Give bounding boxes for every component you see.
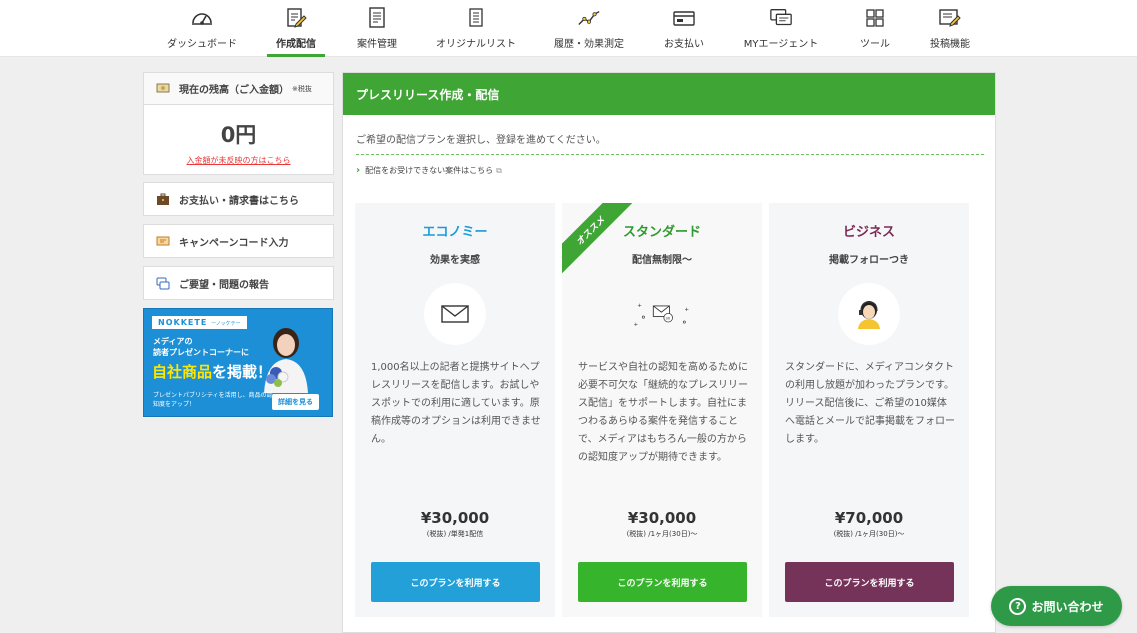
support-agent-icon	[838, 283, 900, 345]
svg-text:+: +	[633, 322, 638, 328]
contact-label: お問い合わせ	[1031, 599, 1104, 614]
line-chart-icon	[577, 6, 601, 30]
feedback-report-button[interactable]: ご要望・問題の報告	[143, 266, 334, 300]
nav-my-agent[interactable]: MYエージェント	[743, 0, 819, 57]
plan-subtitle: 配信無制限〜	[632, 255, 692, 266]
sidebar: 現在の残高（ご入金額） ※税抜 0円 入金額が未反映の方はこちら お支払い・請求…	[143, 72, 334, 417]
briefcase-icon	[156, 192, 170, 206]
banner-headline-highlight: 自社商品	[152, 363, 213, 381]
nav-label: 作成配信	[276, 39, 316, 50]
nav-label: 案件管理	[357, 39, 397, 50]
balance-header: 現在の残高（ご入金額） ※税抜	[144, 73, 333, 105]
nav-label: オリジナルリスト	[436, 39, 516, 50]
nav-label: MYエージェント	[743, 39, 819, 50]
plan-card-economy: エコノミー 効果を実感 1,000名以上の記者と提携サイトへプレスリリースを配信…	[355, 203, 555, 617]
svg-text:30: 30	[665, 317, 670, 321]
plan-price: ¥30,000	[627, 509, 697, 527]
svg-text:+: +	[684, 307, 689, 313]
top-navigation: ダッシュボード 作成配信 案件管理 オリジナルリスト 履歴・効果測定 お支払い	[0, 0, 1137, 57]
nav-label: お支払い	[664, 39, 704, 50]
nav-post-feature[interactable]: 投稿機能	[929, 0, 971, 57]
gauge-icon	[190, 6, 214, 30]
chat-bubbles-icon	[769, 6, 793, 30]
divider	[356, 154, 984, 155]
payment-card-icon	[672, 6, 696, 30]
nav-label: ダッシュボード	[167, 39, 237, 50]
unacceptable-cases-link[interactable]: › 配信をお受けできない案件はこちら ⧉	[356, 165, 502, 176]
plan-name: エコノミー	[422, 225, 488, 240]
plan-name: スタンダード	[622, 225, 701, 240]
plan-price: ¥70,000	[834, 509, 904, 527]
plan-card-standard: オススメ スタンダード 配信無制限〜 + + +30 サービスや自社の認知を高めるた…	[562, 203, 762, 617]
plan-subtitle: 効果を実感	[430, 255, 480, 266]
svg-text:+: +	[637, 303, 642, 309]
banner-brand-sub: ーノッケテー	[211, 321, 241, 327]
campaign-code-label: キャンペーンコード入力	[179, 237, 289, 249]
banner-line-1: メディアの	[153, 337, 193, 346]
banner-details-button[interactable]: 詳細を見る	[272, 394, 319, 410]
select-business-plan-button[interactable]: このプランを利用する	[785, 562, 954, 602]
plan-card-business: ビジネス 掲載フォローつき スタンダードに、メディアコンタクトの利用し放題が加わ…	[769, 203, 969, 617]
banner-line-2: 読者プレゼントコーナーに	[153, 348, 249, 357]
nav-label: 投稿機能	[930, 39, 970, 50]
post-edit-icon	[938, 6, 962, 30]
unacceptable-cases-label: 配信をお受けできない案件はこちら	[365, 166, 494, 175]
nav-create-distribute[interactable]: 作成配信	[267, 0, 325, 57]
nav-payment[interactable]: お支払い	[664, 0, 704, 57]
chevron-right-icon: ›	[356, 165, 361, 176]
select-standard-plan-button[interactable]: このプランを利用する	[578, 562, 747, 602]
speech-bubble-icon	[156, 276, 170, 290]
external-link-icon: ⧉	[496, 165, 502, 175]
money-icon	[156, 82, 170, 96]
panel-title: プレスリリース作成・配信	[343, 73, 995, 115]
edit-document-icon	[284, 6, 308, 30]
banner-brand-name: NOKKETE	[158, 318, 208, 327]
plan-name: ビジネス	[842, 225, 895, 240]
document-list-icon	[365, 6, 389, 30]
list-icon	[464, 6, 488, 30]
intro-text: ご希望の配信プランを選択し、登録を進めてください。	[356, 135, 606, 146]
nav-history-analytics[interactable]: 履歴・効果測定	[554, 0, 624, 57]
press-release-panel: プレスリリース作成・配信 ご希望の配信プランを選択し、登録を進めてください。 ›…	[342, 72, 996, 633]
plan-description: サービスや自社の認知を高めるために必要不可欠な「継続的なプレスリリース配信」をサ…	[578, 362, 748, 463]
nav-label: 履歴・効果測定	[554, 39, 624, 50]
balance-title: 現在の残高（ご入金額）	[179, 85, 289, 96]
tax-note: ※税抜	[292, 84, 312, 93]
question-icon: ?	[1009, 597, 1027, 615]
plan-price: ¥30,000	[420, 509, 490, 527]
payment-invoice-label: お支払い・請求書はこちら	[179, 195, 299, 207]
plan-description: スタンダードに、メディアコンタクトの利用し放題が加わったプランです。リリース配信…	[785, 362, 955, 445]
campaign-code-button[interactable]: キャンペーンコード入力	[143, 224, 334, 258]
feedback-report-label: ご要望・問題の報告	[179, 279, 269, 291]
plan-subtitle: 掲載フォローつき	[829, 255, 909, 266]
envelope-30days-icon: + + +30	[631, 283, 693, 345]
nav-dashboard[interactable]: ダッシュボード	[167, 0, 237, 57]
banner-brand: NOKKETE ーノッケテー	[152, 316, 247, 329]
envelope-icon	[424, 283, 486, 345]
plan-description: 1,000名以上の記者と提携サイトへプレスリリースを配信します。お試しやスポット…	[371, 362, 541, 445]
woman-holding-bouquet-image	[264, 328, 308, 393]
balance-panel: 現在の残高（ご入金額） ※税抜 0円 入金額が未反映の方はこちら	[143, 72, 334, 175]
plan-price-note: (税抜) /単発1配信	[426, 530, 484, 538]
nav-label: ツール	[860, 39, 890, 50]
select-economy-plan-button[interactable]: このプランを利用する	[371, 562, 540, 602]
ticket-icon	[156, 234, 170, 248]
nav-project-management[interactable]: 案件管理	[353, 0, 401, 57]
banner-headline-rest: を掲載！	[212, 363, 273, 381]
unreflected-deposit-link[interactable]: 入金額が未反映の方はこちら	[144, 155, 333, 166]
plan-price-note: (税抜) /1ヶ月(30日)〜	[626, 530, 698, 538]
payment-invoice-button[interactable]: お支払い・請求書はこちら	[143, 182, 334, 216]
nav-original-list[interactable]: オリジナルリスト	[436, 0, 516, 57]
nokkete-promo-banner[interactable]: NOKKETE ーノッケテー メディアの 読者プレゼントコーナーに 自社商品を掲…	[143, 308, 333, 417]
plan-price-note: (税抜) /1ヶ月(30日)〜	[833, 530, 905, 538]
contact-button[interactable]: ? お問い合わせ	[991, 586, 1122, 626]
balance-amount: 0円	[220, 123, 257, 147]
grid-icon	[863, 6, 887, 30]
banner-headline: 自社商品を掲載！	[152, 361, 272, 382]
nav-tools[interactable]: ツール	[859, 0, 891, 57]
banner-caption: プレゼントパブリシティを活用し、商品の認知度をアップ！	[153, 392, 273, 408]
